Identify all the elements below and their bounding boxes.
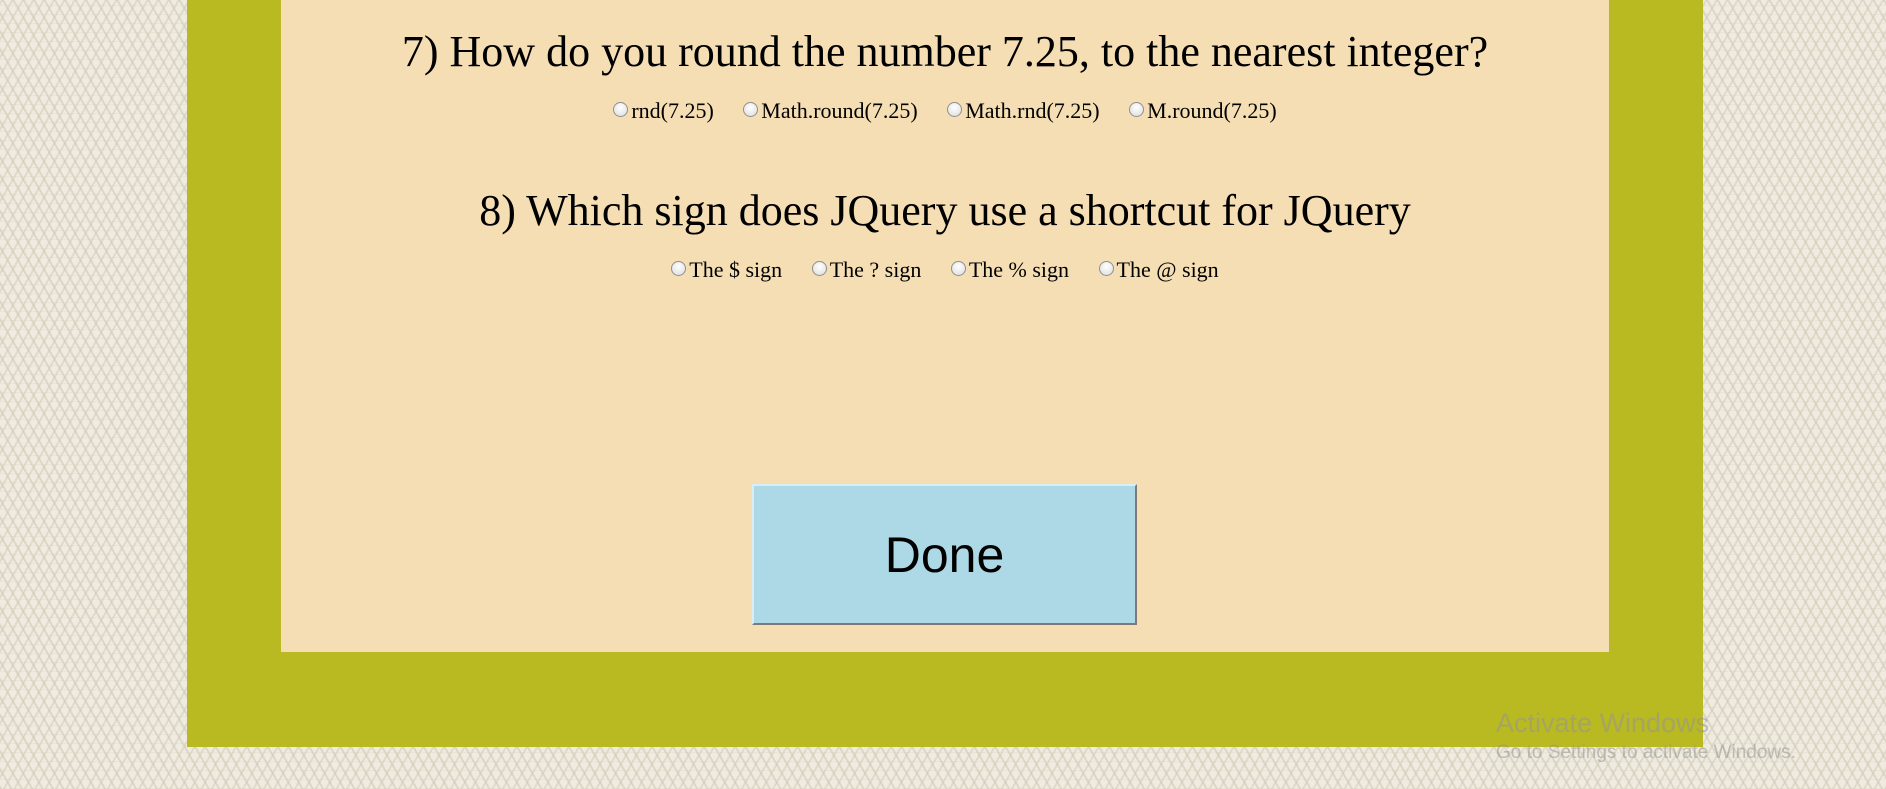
question-7: 7) How do you round the number 7.25, to …: [281, 22, 1609, 126]
question-8-option-3[interactable]: The % sign: [950, 256, 1069, 284]
done-button[interactable]: Done: [752, 484, 1137, 625]
question-8-text: 8) Which sign does JQuery use a shortcut…: [479, 186, 1411, 235]
option-label[interactable]: The @ sign: [1117, 256, 1219, 284]
question-8-option-2[interactable]: The ? sign: [811, 256, 922, 284]
option-label[interactable]: The $ sign: [689, 256, 782, 284]
question-7-options: rnd(7.25) Math.round(7.25) Math.rnd(7.25…: [281, 97, 1609, 126]
radio-button[interactable]: [947, 101, 963, 117]
option-label[interactable]: Math.rnd(7.25): [965, 97, 1099, 125]
question-7-option-2[interactable]: Math.round(7.25): [743, 97, 918, 125]
question-7-text: 7) How do you round the number 7.25, to …: [401, 27, 1489, 76]
question-7-option-1[interactable]: rnd(7.25): [613, 97, 714, 125]
radio-button[interactable]: [1129, 101, 1145, 117]
question-8: 8) Which sign does JQuery use a shortcut…: [281, 181, 1609, 285]
question-7-option-4[interactable]: M.round(7.25): [1129, 97, 1277, 125]
option-label[interactable]: Math.round(7.25): [761, 97, 917, 125]
question-7-option-3[interactable]: Math.rnd(7.25): [947, 97, 1100, 125]
question-8-option-4[interactable]: The @ sign: [1098, 256, 1219, 284]
question-8-option-1[interactable]: The $ sign: [671, 256, 782, 284]
radio-button[interactable]: [671, 260, 687, 276]
radio-button[interactable]: [613, 101, 629, 117]
quiz-panel: 7) How do you round the number 7.25, to …: [281, 0, 1609, 652]
outer-frame: 7) How do you round the number 7.25, to …: [187, 0, 1703, 747]
question-8-options: The $ sign The ? sign The % sign The @ s…: [281, 256, 1609, 285]
option-label[interactable]: The ? sign: [830, 256, 922, 284]
radio-button[interactable]: [811, 260, 827, 276]
option-label[interactable]: rnd(7.25): [631, 97, 713, 125]
option-label[interactable]: The % sign: [969, 256, 1069, 284]
option-label[interactable]: M.round(7.25): [1147, 97, 1277, 125]
radio-button[interactable]: [743, 101, 759, 117]
radio-button[interactable]: [1098, 260, 1114, 276]
radio-button[interactable]: [950, 260, 966, 276]
